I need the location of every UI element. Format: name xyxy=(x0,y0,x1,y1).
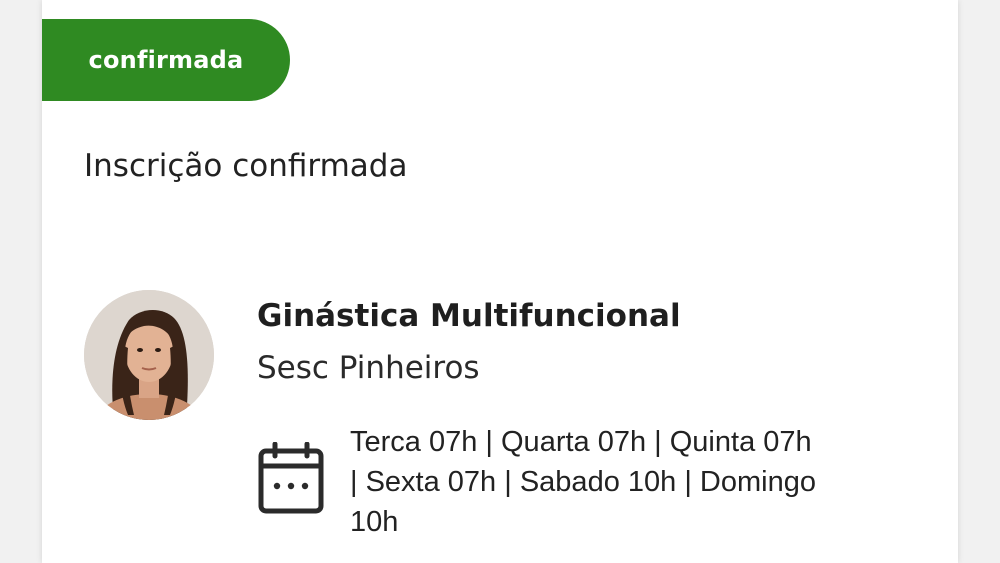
enrollment-card: confirmada Inscrição confirmada Ginástic… xyxy=(42,0,958,563)
calendar-icon xyxy=(258,442,324,514)
avatar-image xyxy=(84,290,214,420)
activity-location: Sesc Pinheiros xyxy=(257,350,480,386)
instructor-avatar xyxy=(84,290,214,420)
status-title: Inscrição confirmada xyxy=(84,148,408,184)
activity-schedule: Terca 07h | Quarta 07h | Quinta 07h | Se… xyxy=(350,426,816,538)
status-badge: confirmada xyxy=(42,19,290,101)
activity-name: Ginástica Multifuncional xyxy=(257,298,681,334)
